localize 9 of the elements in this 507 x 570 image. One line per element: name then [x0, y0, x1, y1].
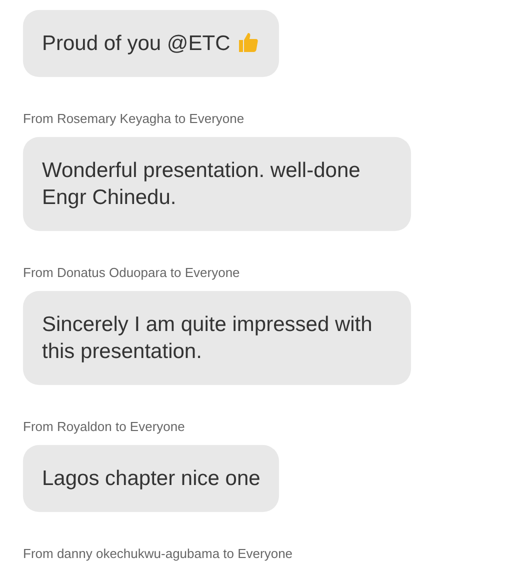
sender-label: From danny okechukwu-agubama to Everyone	[23, 546, 293, 562]
message-bubble: Proud of you @ETC	[23, 10, 280, 77]
message-bubble: Lagos chapter nice one	[23, 445, 280, 512]
sender-label: From Donatus Oduopara to Everyone	[23, 265, 240, 281]
message-bubble: Wonderful presentation. well-done Engr Chinedu.	[23, 137, 411, 231]
sender-label: From Royaldon to Everyone	[23, 419, 185, 435]
message-bubble: Sincerely I am quite impressed with this presentation.	[23, 291, 411, 385]
sender-label: From Rosemary Keyagha to Everyone	[23, 111, 244, 127]
thumbs-up-icon	[236, 30, 260, 54]
